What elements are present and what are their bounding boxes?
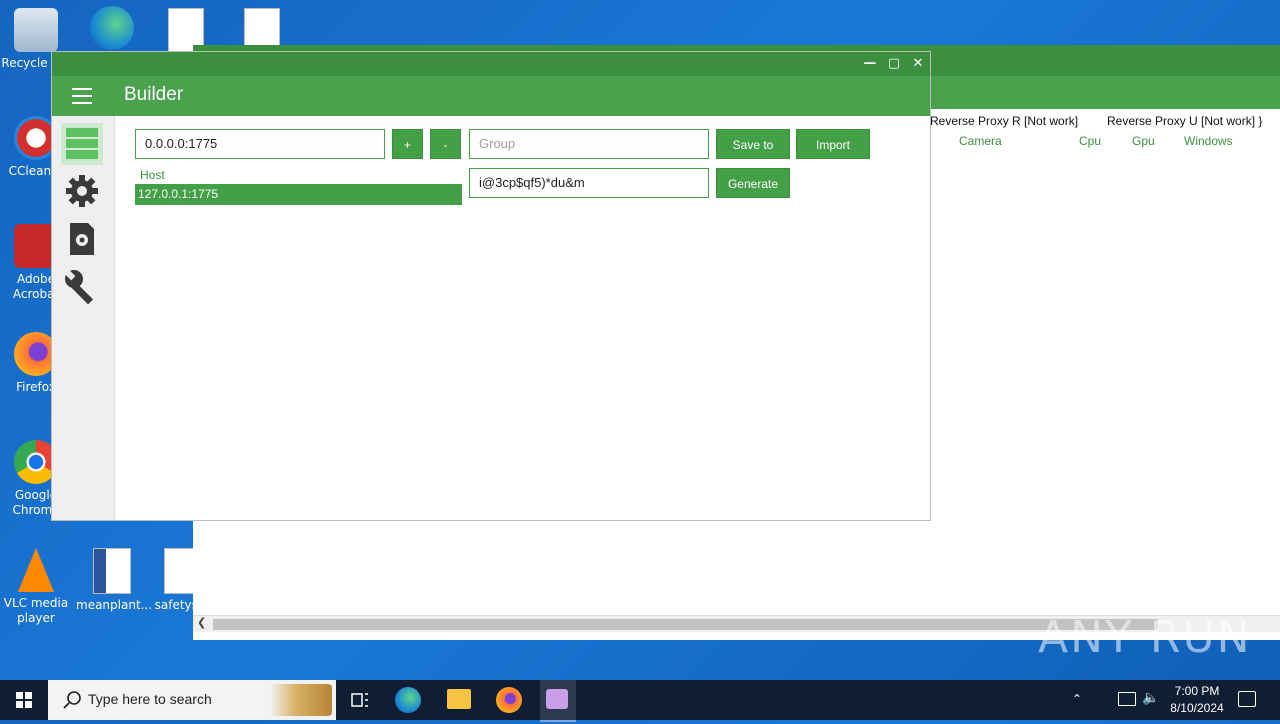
word-document-icon: [93, 548, 131, 594]
vlc-icon: [18, 548, 54, 592]
desktop-icon-label: VLC media player: [3, 596, 69, 625]
group-input[interactable]: Group: [469, 129, 709, 159]
sidebar-item-tools[interactable]: [61, 266, 103, 308]
taskbar: Type here to search ⌃ 🔈 7:00 PM 8/10/202…: [0, 680, 1280, 722]
sidebar-item-file-settings[interactable]: [61, 218, 103, 260]
column-gpu[interactable]: Gpu: [1132, 134, 1155, 148]
taskbar-search-box[interactable]: Type here to search: [48, 680, 336, 720]
taskbar-edge-icon[interactable]: [395, 687, 421, 713]
sidebar-item-builder[interactable]: [61, 123, 103, 165]
import-button[interactable]: Import: [796, 129, 870, 159]
tray-network-icon[interactable]: [1118, 692, 1136, 706]
builder-header: Builder: [52, 76, 930, 116]
search-icon: [63, 691, 81, 709]
recycle-bin-icon: [14, 8, 58, 52]
anyrun-watermark: ANY RUN: [1038, 612, 1252, 663]
host-input[interactable]: 0.0.0.0:1775: [135, 129, 385, 159]
show-hidden-icons-chevron-icon[interactable]: ⌃: [1072, 692, 1082, 706]
taskbar-file-explorer-icon[interactable]: [447, 689, 471, 709]
search-highlight-lion-icon: [270, 684, 332, 716]
notification-center-icon[interactable]: [1238, 691, 1256, 707]
server-icon: [66, 128, 98, 159]
desktop-icon-edge[interactable]: [76, 6, 148, 54]
remove-host-button[interactable]: -: [430, 129, 461, 159]
host-list-item[interactable]: 127.0.0.1:1775: [135, 184, 462, 205]
sidebar-item-settings[interactable]: [61, 170, 103, 212]
maximize-button[interactable]: ▢: [882, 52, 906, 76]
taskbar-clock[interactable]: 7:00 PM 8/10/2024: [1162, 683, 1232, 717]
taskbar-firefox-icon[interactable]: [496, 687, 522, 713]
windows-logo-icon: [16, 692, 32, 708]
desktop-icon-meanplant[interactable]: meanplant...: [76, 548, 153, 613]
close-button[interactable]: ✕: [906, 52, 930, 76]
desktop-icon-vlc[interactable]: VLC media player: [0, 548, 72, 626]
builder-content: 0.0.0.0:1775 + - Group Save to Import Ho…: [114, 116, 930, 520]
gear-icon: [66, 175, 98, 207]
wrench-icon: [64, 269, 94, 305]
column-cpu[interactable]: Cpu: [1079, 134, 1101, 148]
page-title: Builder: [124, 84, 184, 105]
builder-window: — ▢ ✕ Builder 0.0.0.0:1775 + - Group Sav…: [52, 52, 930, 520]
start-button[interactable]: [0, 680, 48, 720]
generate-button[interactable]: Generate: [716, 168, 790, 198]
builder-titlebar[interactable]: — ▢ ✕: [52, 52, 930, 76]
save-to-button[interactable]: Save to: [716, 129, 790, 159]
clock-time: 7:00 PM: [1174, 684, 1220, 698]
edge-icon: [90, 6, 134, 50]
minimize-button[interactable]: —: [858, 52, 882, 76]
column-windows[interactable]: Windows: [1184, 134, 1233, 148]
host-column-header: Host: [140, 168, 165, 182]
add-host-button[interactable]: +: [392, 129, 423, 159]
task-view-icon[interactable]: [344, 684, 376, 716]
column-camera[interactable]: Camera: [959, 134, 1002, 148]
column-reverse-proxy-r[interactable]: Reverse Proxy R [Not work]: [930, 114, 1078, 128]
clock-date: 8/10/2024: [1170, 701, 1224, 715]
taskbar-builder-app-icon[interactable]: [540, 680, 576, 722]
scroll-left-arrow-icon[interactable]: ❮: [197, 616, 206, 629]
desktop-icon-label: meanplant...: [76, 598, 153, 612]
mutex-input[interactable]: i@3cp$qf5)*du&m: [469, 168, 709, 198]
builder-sidebar: [52, 116, 115, 520]
tray-volume-icon[interactable]: 🔈: [1142, 690, 1159, 706]
hamburger-menu-icon[interactable]: [72, 88, 92, 104]
file-settings-icon: [70, 223, 94, 255]
search-placeholder: Type here to search: [88, 691, 212, 707]
scrollbar-thumb[interactable]: [213, 619, 1158, 630]
column-reverse-proxy-u[interactable]: Reverse Proxy U [Not work] }: [1107, 114, 1262, 128]
